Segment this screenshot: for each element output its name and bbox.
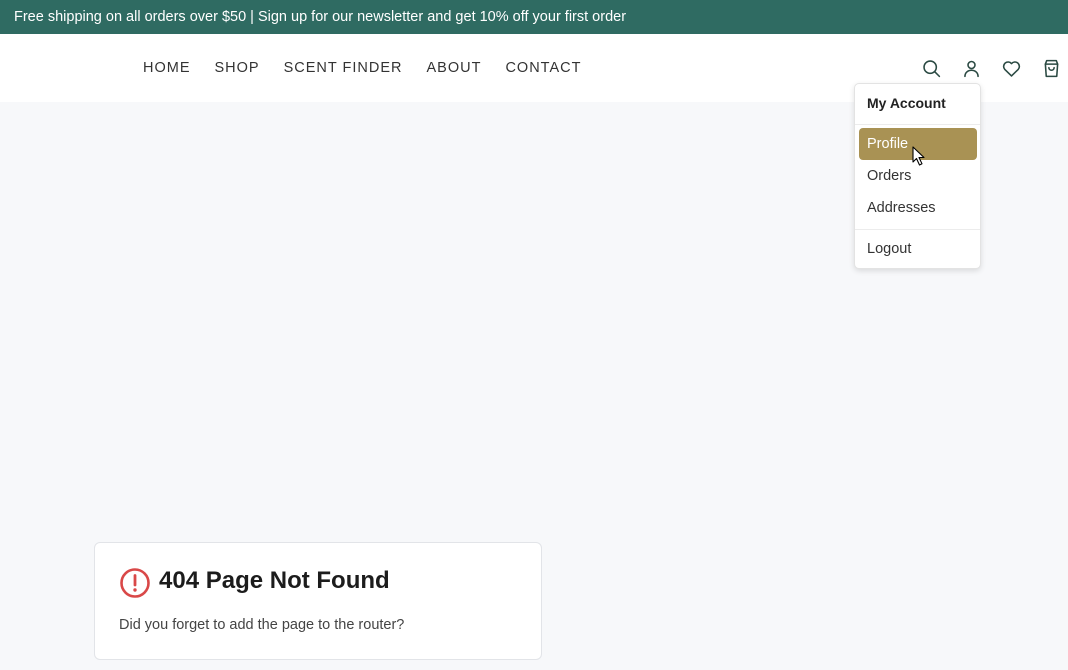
menu-item-addresses[interactable]: Addresses [859,192,977,224]
nav-shop-link[interactable]: SHOP [215,60,260,76]
heart-icon[interactable] [1000,57,1022,79]
error-card: 404 Page Not Found Did you forget to add… [94,542,542,660]
mouse-cursor-icon [912,146,925,166]
error-message: Did you forget to add the page to the ro… [119,617,405,633]
account-dropdown: My Account Profile Orders Addresses Logo… [854,83,981,269]
menu-divider [855,229,980,230]
error-title: 404 Page Not Found [159,567,390,594]
nav-home-link[interactable]: HOME [143,60,191,76]
shopping-bag-icon[interactable] [1040,57,1062,79]
announcement-bar: Free shipping on all orders over $50 | S… [0,0,1068,34]
header-icons [920,57,1062,79]
menu-divider [855,124,980,125]
account-menu-title: My Account [867,95,946,111]
nav-scent-finder-link[interactable]: SCENT FINDER [284,60,403,76]
user-icon[interactable] [960,57,982,79]
menu-item-logout[interactable]: Logout [859,233,977,265]
announcement-text: Free shipping on all orders over $50 | S… [14,9,627,25]
nav-contact-link[interactable]: CONTACT [505,60,581,76]
nav-about-link[interactable]: ABOUT [426,60,481,76]
search-icon[interactable] [920,57,942,79]
alert-circle-icon [120,568,150,598]
main-nav: HOME SHOP SCENT FINDER ABOUT CONTACT [143,34,581,102]
